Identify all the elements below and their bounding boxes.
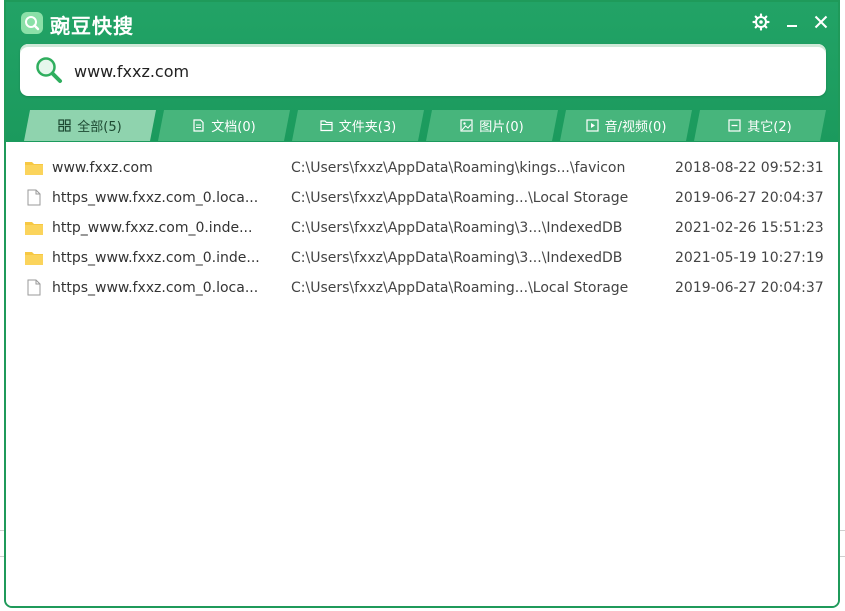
tab-other[interactable]: 其它(2) — [694, 110, 826, 141]
app-window: 豌豆快搜 www.fxxz.com 全部(5) 文档(0) 文件夹(3) 图片(… — [4, 0, 840, 608]
result-time: 2019-06-27 20:04:37 — [675, 190, 824, 206]
tab-documents[interactable]: 文档(0) — [158, 110, 290, 141]
results-list: www.fxxz.com C:\Users\fxxz\AppData\Roami… — [6, 142, 838, 606]
tab-images[interactable]: 图片(0) — [426, 110, 558, 141]
file-icon — [27, 279, 41, 296]
app-title: 豌豆快搜 — [50, 14, 134, 38]
result-time: 2019-06-27 20:04:37 — [675, 280, 824, 296]
close-icon — [814, 15, 828, 29]
minimize-icon — [787, 25, 797, 27]
result-time: 2018-08-22 09:52:31 — [675, 160, 824, 176]
minimize-button[interactable] — [782, 12, 802, 32]
folder-icon — [25, 252, 43, 265]
search-input[interactable] — [72, 56, 796, 86]
list-item[interactable]: https_www.fxxz.com_0.loca... C:\Users\fx… — [6, 274, 838, 304]
folder-icon — [320, 119, 333, 132]
gear-icon — [752, 13, 770, 31]
result-path: C:\Users\fxxz\AppData\Roaming\3...\Index… — [291, 220, 623, 236]
folder-icon — [25, 222, 43, 235]
tab-label: 其它(2) — [747, 120, 792, 135]
grid-icon — [58, 119, 71, 132]
tab-label: 文件夹(3) — [338, 120, 397, 135]
result-name: https_www.fxxz.com_0.loca... — [52, 280, 259, 296]
result-name: www.fxxz.com — [52, 160, 153, 176]
search-icon — [36, 57, 62, 83]
document-icon — [192, 119, 205, 132]
tab-media[interactable]: 音/视频(0) — [560, 110, 692, 141]
list-item[interactable]: http_www.fxxz.com_0.inde... C:\Users\fxx… — [6, 214, 838, 244]
list-item[interactable]: https_www.fxxz.com_0.loca... C:\Users\fx… — [6, 184, 838, 214]
result-name: https_www.fxxz.com_0.inde... — [52, 250, 260, 266]
folder-icon — [25, 162, 43, 175]
tab-folders[interactable]: 文件夹(3) — [292, 110, 424, 141]
list-item[interactable]: https_www.fxxz.com_0.inde... C:\Users\fx… — [6, 244, 838, 274]
header-bar: 豌豆快搜 www.fxxz.com 全部(5) 文档(0) 文件夹(3) 图片(… — [6, 2, 838, 142]
media-icon — [586, 119, 599, 132]
result-time: 2021-02-26 15:51:23 — [675, 220, 824, 236]
app-logo-icon — [21, 12, 43, 34]
other-icon — [728, 119, 741, 132]
result-path: C:\Users\fxxz\AppData\Roaming\kings...\f… — [291, 160, 626, 176]
result-name: http_www.fxxz.com_0.inde... — [52, 220, 253, 236]
tab-label: 音/视频(0) — [604, 120, 667, 135]
tab-label: 全部(5) — [77, 120, 122, 135]
result-name: https_www.fxxz.com_0.loca... — [52, 190, 259, 206]
result-path: C:\Users\fxxz\AppData\Roaming\3...\Index… — [291, 250, 623, 266]
image-icon — [460, 119, 473, 132]
tab-label: 文档(0) — [211, 120, 256, 135]
result-path: C:\Users\fxxz\AppData\Roaming...\Local S… — [291, 280, 629, 296]
settings-button[interactable] — [751, 12, 771, 32]
search-box — [20, 44, 826, 96]
result-time: 2021-05-19 10:27:19 — [675, 250, 824, 266]
result-path: C:\Users\fxxz\AppData\Roaming...\Local S… — [291, 190, 629, 206]
list-item[interactable]: www.fxxz.com C:\Users\fxxz\AppData\Roami… — [6, 154, 838, 184]
tab-label: 图片(0) — [479, 120, 524, 135]
file-icon — [27, 189, 41, 206]
tab-all[interactable]: 全部(5) — [24, 110, 156, 141]
close-button[interactable] — [811, 12, 831, 32]
